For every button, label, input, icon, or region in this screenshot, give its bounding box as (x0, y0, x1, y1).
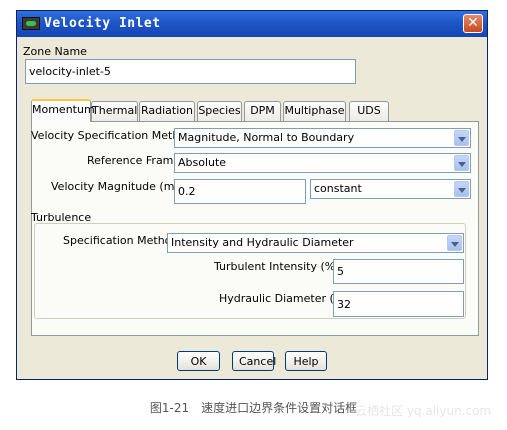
chevron-down-icon[interactable] (454, 155, 469, 171)
turbulence-spec-method-dropdown[interactable]: Intensity and Hydraulic Diameter (167, 233, 464, 253)
velocity-magnitude-label: Velocity Magnitude (m/s) (51, 180, 189, 193)
watermark: 云栖社区 yq.aliyun.com (355, 404, 492, 418)
title-bar[interactable]: Velocity Inlet ✕ (17, 11, 487, 37)
turbulence-spec-method-label: Specification Method (63, 234, 179, 247)
close-button[interactable]: ✕ (463, 14, 483, 33)
velocity-inlet-dialog: Velocity Inlet ✕ Zone Name Momentum Ther… (16, 10, 488, 380)
tab-dpm[interactable]: DPM (244, 101, 281, 121)
chevron-down-icon[interactable] (454, 181, 469, 197)
turbulence-spec-method-value: Intensity and Hydraulic Diameter (171, 236, 354, 249)
tab-momentum[interactable]: Momentum (31, 99, 95, 122)
reference-frame-label: Reference Frame (87, 154, 181, 167)
tab-species[interactable]: Species (197, 101, 242, 121)
reference-frame-dropdown[interactable]: Absolute (174, 153, 471, 173)
tab-thermal[interactable]: Thermal (91, 101, 138, 121)
velocity-magnitude-mode-value: constant (314, 182, 362, 195)
velocity-spec-value: Magnitude, Normal to Boundary (178, 131, 355, 144)
app-icon (22, 17, 40, 30)
chevron-down-icon[interactable] (447, 235, 462, 251)
tab-uds[interactable]: UDS (349, 101, 389, 121)
ok-button[interactable]: OK (177, 351, 220, 371)
zone-name-label: Zone Name (23, 45, 87, 58)
tab-radiation[interactable]: Radiation (139, 101, 195, 121)
turbulent-intensity-input[interactable] (333, 259, 464, 284)
velocity-spec-label: Velocity Specification Method (31, 129, 194, 142)
cancel-button[interactable]: Cancel (232, 351, 276, 371)
velocity-magnitude-mode-dropdown[interactable]: constant (310, 179, 471, 199)
velocity-spec-dropdown[interactable]: Magnitude, Normal to Boundary (174, 128, 471, 148)
velocity-magnitude-input[interactable] (174, 179, 306, 204)
dialog-title: Velocity Inlet (44, 16, 161, 31)
hydraulic-diameter-label: Hydraulic Diameter (in) (219, 292, 349, 305)
hydraulic-diameter-input[interactable] (333, 291, 464, 317)
chevron-down-icon[interactable] (454, 130, 469, 146)
turbulent-intensity-label: Turbulent Intensity (%) (214, 260, 340, 273)
zone-name-input[interactable] (25, 59, 356, 84)
tab-multiphase[interactable]: Multiphase (283, 101, 346, 121)
reference-frame-value: Absolute (178, 156, 227, 169)
help-button[interactable]: Help (285, 351, 327, 371)
